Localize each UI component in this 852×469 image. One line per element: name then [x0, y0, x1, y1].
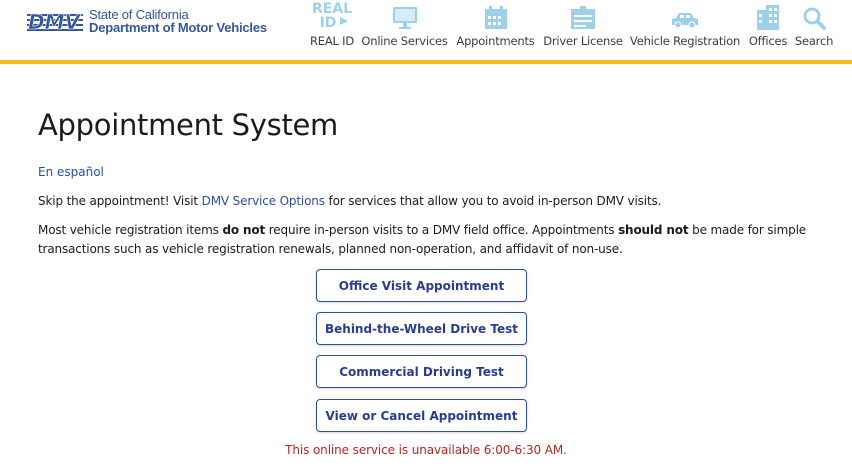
nav-label: Online Services: [361, 34, 448, 48]
nav-label: Appointments: [456, 34, 535, 48]
nav-vehicle-registration[interactable]: Vehicle Registration: [629, 0, 741, 56]
building-icon: [757, 5, 779, 30]
nav-online-services[interactable]: Online Services: [361, 0, 448, 56]
skip-text-suffix: for services that allow you to avoid in-…: [324, 194, 662, 208]
nav-search[interactable]: Search: [794, 0, 834, 56]
svg-text:ID: ID: [320, 15, 337, 30]
logo-department-text: Department of Motor Vehicles: [89, 20, 267, 35]
reg-text-1: Most vehicle registration items: [38, 223, 223, 237]
nav-offices[interactable]: Offices: [747, 0, 789, 56]
nav-label: Offices: [748, 34, 788, 48]
skip-appointment-text: Skip the appointment! Visit DMV Service …: [38, 192, 661, 211]
view-or-cancel-appointment-button[interactable]: View or Cancel Appointment: [316, 399, 527, 432]
nav-label: Driver License: [543, 34, 623, 48]
spanish-language-link[interactable]: En español: [38, 165, 104, 179]
reg-text-2: require in-person visits to a DMV field …: [265, 223, 619, 237]
id-card-icon: [571, 6, 595, 29]
dmv-logo-mark-icon: DMV: [27, 10, 83, 34]
nav-driver-license[interactable]: Driver License: [543, 0, 623, 56]
search-icon: [803, 7, 826, 30]
page-title: Appointment System: [38, 108, 339, 142]
commercial-driving-test-button[interactable]: Commercial Driving Test: [316, 355, 527, 388]
site-header: DMV State of California Department of Mo…: [0, 0, 852, 64]
nav-label: Search: [794, 34, 834, 48]
nav-label: Vehicle Registration: [629, 34, 741, 48]
real-id-icon: REAL ID: [312, 1, 352, 30]
behind-the-wheel-drive-test-button[interactable]: Behind-the-Wheel Drive Test: [316, 312, 527, 345]
nav-real-id[interactable]: REAL ID REAL ID: [309, 0, 355, 56]
service-unavailable-notice: This online service is unavailable 6:00-…: [285, 443, 567, 457]
reg-bold-do-not: do not: [222, 223, 266, 237]
nav-label: REAL ID: [309, 34, 355, 48]
office-visit-appointment-button[interactable]: Office Visit Appointment: [316, 269, 527, 302]
registration-info-text: Most vehicle registration items do not r…: [38, 221, 818, 259]
reg-bold-should-not: should not: [618, 223, 689, 237]
car-icon: [672, 13, 698, 29]
skip-text-prefix: Skip the appointment! Visit: [38, 194, 202, 208]
dmv-service-options-link[interactable]: DMV Service Options: [202, 194, 325, 208]
dmv-logo[interactable]: DMV State of California Department of Mo…: [27, 6, 267, 36]
monitor-icon: [392, 7, 417, 29]
calendar-icon: [484, 6, 507, 29]
svg-text:DMV: DMV: [28, 10, 82, 34]
nav-appointments[interactable]: Appointments: [455, 0, 536, 56]
